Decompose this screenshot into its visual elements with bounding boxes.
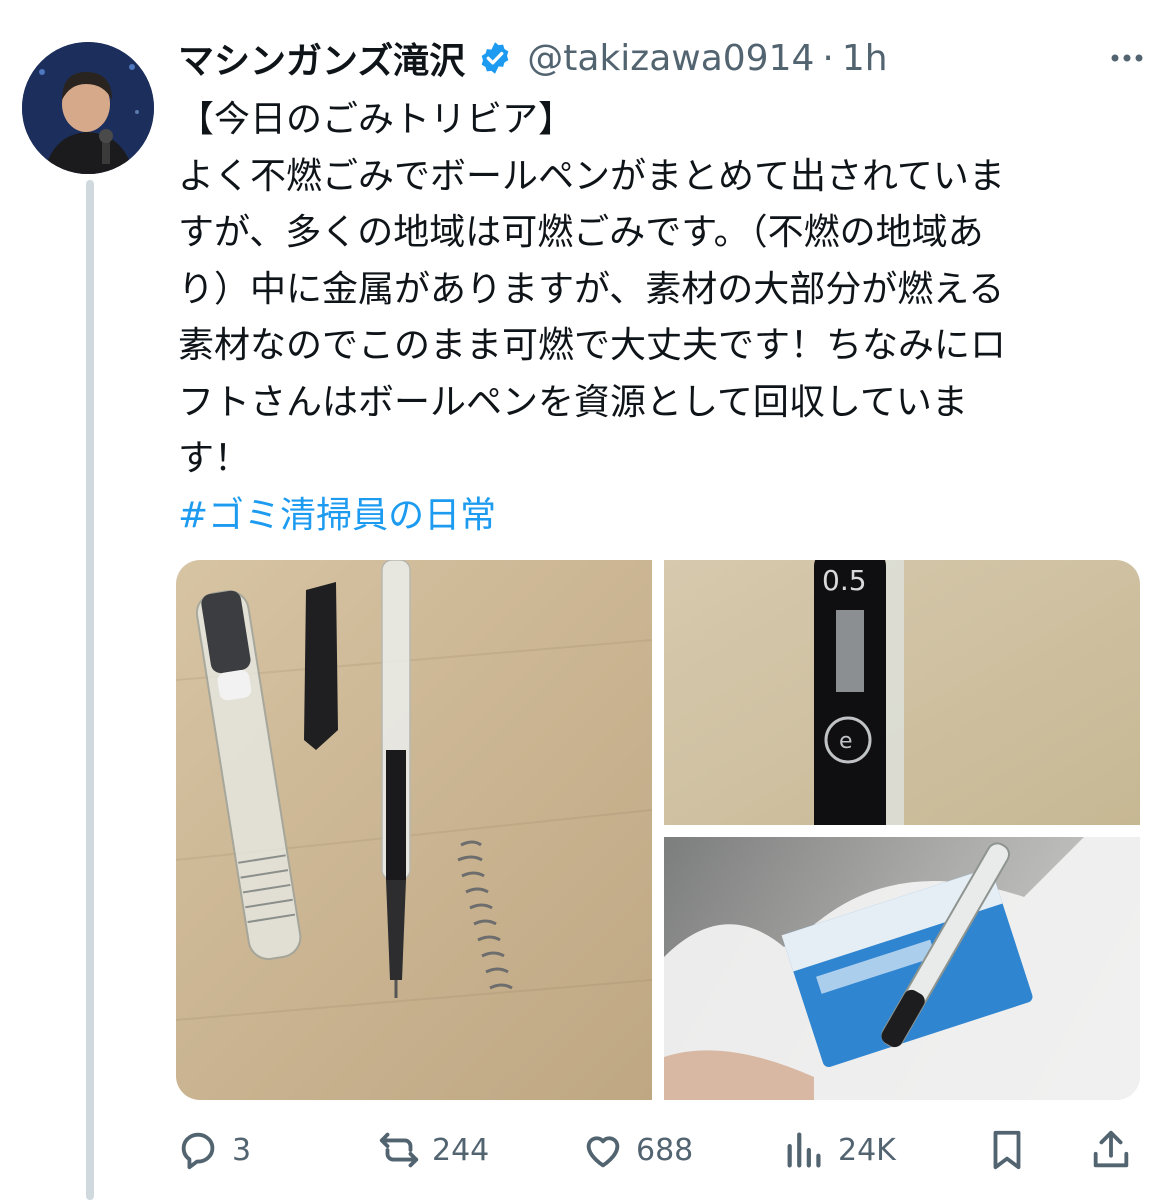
- media-image-trash-bag[interactable]: [664, 837, 1140, 1100]
- tweet-text-line: すが、多くの地域は可燃ごみです。（不燃の地域あ: [178, 212, 984, 253]
- repost-button[interactable]: 244: [376, 1120, 489, 1180]
- like-button[interactable]: 688: [580, 1120, 693, 1180]
- tweet-text-line: フトさんはボールペンを資源として回収していま: [178, 381, 968, 423]
- thread-line: [86, 180, 94, 1200]
- trash-bag-illustration: [664, 837, 1140, 1100]
- media-grid: 0.5 e: [176, 560, 1140, 1100]
- hashtag-link[interactable]: #ゴミ清掃員の日常: [178, 488, 1123, 545]
- views-count: 24K: [838, 1132, 896, 1168]
- svg-text:e: e: [839, 729, 853, 754]
- tweet-text-line: り）中に金属がありますが、素材の大部分が燃える: [178, 268, 1005, 310]
- avatar[interactable]: [22, 42, 154, 174]
- pen-closeup-illustration: 0.5 e: [814, 560, 904, 825]
- tweet-text-line: 【今日のごみトリビア】: [178, 99, 575, 140]
- media-image-pen-closeup[interactable]: 0.5 e: [664, 560, 1140, 825]
- timestamp[interactable]: 1h: [842, 38, 888, 79]
- tweet-text-line: 素材なのでこのまま可燃で大丈夫です！ちなみにロ: [178, 325, 1007, 366]
- share-button[interactable]: [1088, 1120, 1134, 1180]
- media-image-pen-parts[interactable]: [176, 560, 652, 1100]
- pen-parts-illustration: [176, 560, 652, 1021]
- tweet-header: マシンガンズ滝沢 @takizawa0914 · 1h: [178, 30, 1165, 86]
- repost-icon: [379, 1132, 419, 1168]
- tweet-text-line: す！: [178, 438, 251, 479]
- tweet-text: 【今日のごみトリビア】 よく不燃ごみでボールペンがまとめて出されていま すが、多…: [178, 92, 1123, 544]
- reply-button[interactable]: 3: [176, 1120, 251, 1180]
- like-count: 688: [636, 1132, 694, 1168]
- author-name[interactable]: マシンガンズ滝沢: [178, 32, 465, 84]
- verified-icon: [477, 40, 513, 76]
- reply-count: 3: [232, 1132, 252, 1168]
- action-bar: 3 244 688 24K: [176, 1120, 1136, 1180]
- views-button[interactable]: 24K: [782, 1120, 896, 1180]
- avatar-image: [22, 42, 154, 174]
- repost-count: 244: [432, 1132, 490, 1168]
- bookmark-button[interactable]: [984, 1120, 1030, 1180]
- share-icon: [1093, 1130, 1129, 1168]
- pen-size-text: 0.5: [822, 564, 867, 597]
- more-icon[interactable]: [1107, 38, 1147, 78]
- author-handle[interactable]: @takizawa0914: [527, 38, 814, 79]
- like-icon: [586, 1136, 620, 1168]
- tweet-text-line: よく不燃ごみでボールペンがまとめて出されていま: [178, 155, 1005, 197]
- separator-dot: ·: [822, 37, 834, 79]
- views-icon: [787, 1132, 821, 1168]
- reply-icon: [181, 1132, 215, 1170]
- bookmark-icon: [993, 1130, 1021, 1170]
